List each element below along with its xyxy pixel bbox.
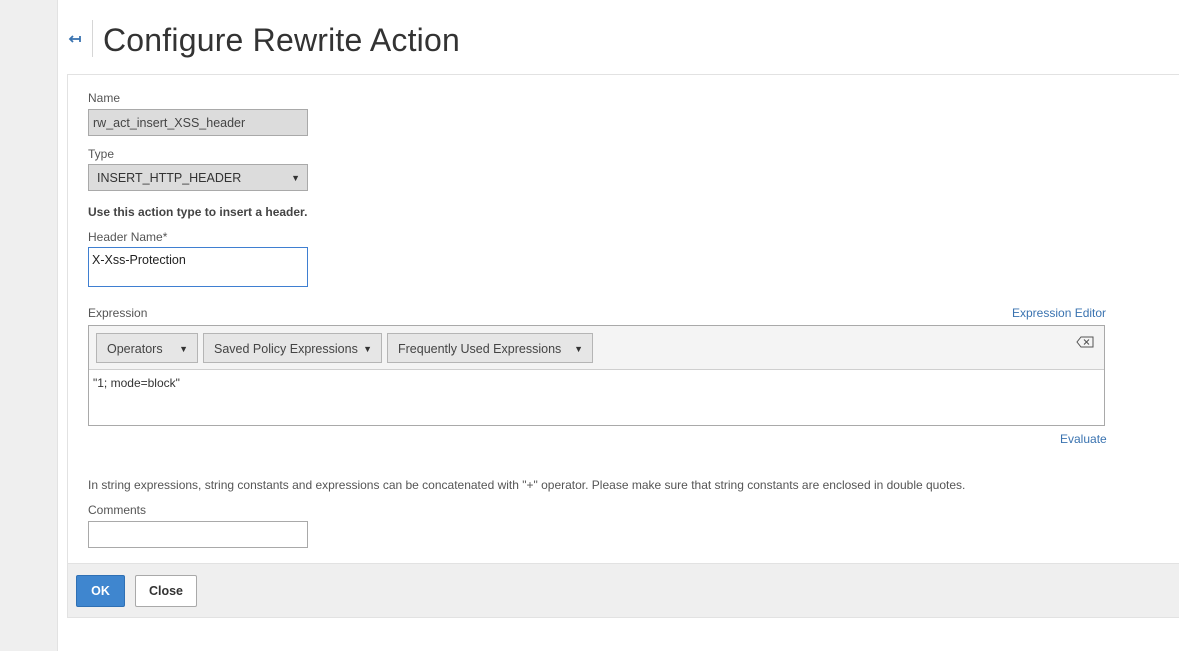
- expression-toolbar: Operators ▼ Saved Policy Expressions ▼ F…: [89, 326, 1104, 370]
- header-name-input[interactable]: X-Xss-Protection: [88, 247, 308, 287]
- operators-label: Operators: [107, 342, 163, 356]
- operators-dropdown[interactable]: Operators ▼: [96, 333, 198, 363]
- evaluate-link[interactable]: Evaluate: [1060, 432, 1107, 446]
- form-footer: [68, 563, 1179, 617]
- expression-text[interactable]: "1; mode=block": [93, 376, 180, 390]
- name-input[interactable]: rw_act_insert_XSS_header: [88, 109, 308, 136]
- back-arrow-icon[interactable]: [66, 30, 84, 48]
- chevron-down-icon: ▼: [363, 344, 372, 354]
- frequently-used-expressions-dropdown[interactable]: Frequently Used Expressions ▼: [387, 333, 593, 363]
- saved-policy-expressions-label: Saved Policy Expressions: [214, 342, 358, 356]
- header-name-label: Header Name*: [88, 230, 168, 244]
- chevron-down-icon: ▼: [179, 344, 188, 354]
- type-select-value: INSERT_HTTP_HEADER: [97, 171, 242, 185]
- ok-button[interactable]: OK: [76, 575, 125, 607]
- frequently-used-expressions-label: Frequently Used Expressions: [398, 342, 562, 356]
- left-gutter-divider: [57, 0, 58, 651]
- page-title: Configure Rewrite Action: [103, 22, 460, 58]
- chevron-down-icon: ▼: [291, 173, 300, 183]
- expression-label: Expression: [88, 306, 148, 320]
- comments-input[interactable]: [88, 521, 308, 548]
- left-gutter: [0, 0, 57, 651]
- comments-label: Comments: [88, 503, 147, 517]
- close-button[interactable]: Close: [135, 575, 197, 607]
- header-divider: [92, 20, 93, 57]
- name-label: Name: [88, 91, 121, 105]
- saved-policy-expressions-dropdown[interactable]: Saved Policy Expressions ▼: [203, 333, 382, 363]
- expression-box[interactable]: Operators ▼ Saved Policy Expressions ▼ F…: [88, 325, 1105, 426]
- backspace-clear-icon[interactable]: [1076, 336, 1094, 348]
- type-label: Type: [88, 147, 115, 161]
- type-hint: Use this action type to insert a header.: [88, 205, 308, 219]
- expression-info-text: In string expressions, string constants …: [88, 478, 966, 492]
- chevron-down-icon: ▼: [574, 344, 583, 354]
- expression-editor-link[interactable]: Expression Editor: [1012, 306, 1106, 320]
- type-select[interactable]: INSERT_HTTP_HEADER ▼: [88, 164, 308, 191]
